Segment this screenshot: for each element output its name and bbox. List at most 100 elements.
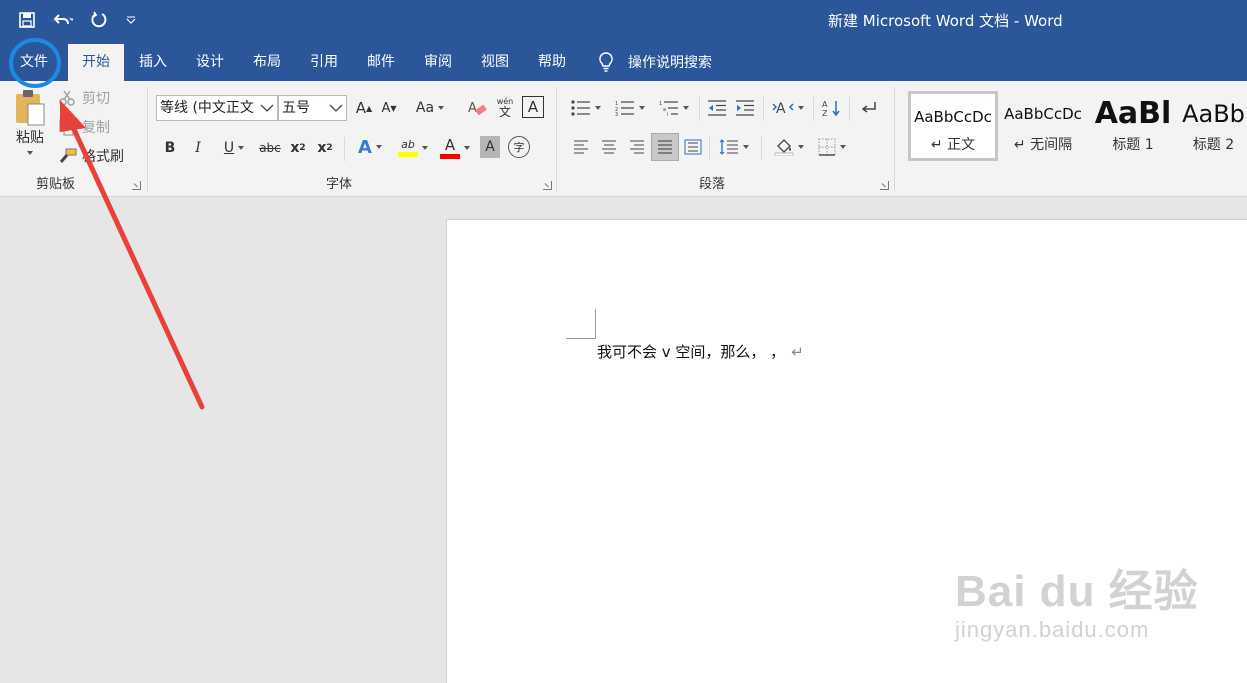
repeat-icon — [91, 11, 107, 28]
justify-button[interactable] — [651, 133, 679, 161]
align-left-button[interactable] — [569, 134, 593, 160]
tab-design[interactable]: 设计 — [185, 44, 235, 81]
watermark-brand: Bai du 经验 — [955, 567, 1199, 616]
tab-references[interactable]: 引用 — [299, 44, 349, 81]
tab-layout[interactable]: 布局 — [242, 44, 292, 81]
tab-file[interactable]: 文件 — [8, 44, 60, 81]
distributed-button[interactable] — [681, 134, 705, 160]
borders-button[interactable] — [813, 134, 851, 160]
clipboard-launcher-icon[interactable] — [132, 181, 141, 190]
paintbrush-icon — [59, 148, 77, 163]
italic-button[interactable]: I — [188, 136, 208, 160]
shrink-font-button[interactable]: A ▼ — [378, 95, 400, 121]
change-case-icon: Aa — [415, 100, 435, 116]
show-hide-marks-button[interactable] — [857, 95, 881, 121]
paragraph-mark: ↵ — [791, 343, 804, 361]
paint-bucket-icon — [774, 139, 794, 156]
chinese-layout-button[interactable]: A — [769, 95, 807, 121]
cut-button[interactable]: 剪切 — [58, 87, 110, 109]
character-border-button[interactable]: A — [522, 96, 544, 118]
font-launcher-icon[interactable] — [543, 181, 552, 190]
chevron-down-icon — [329, 104, 343, 112]
para-row-divider — [709, 136, 710, 160]
grow-font-button[interactable]: A ▲ — [353, 95, 375, 121]
increase-indent-button[interactable] — [733, 95, 757, 121]
enclose-characters-button[interactable]: 字 — [508, 136, 530, 158]
group-divider — [894, 87, 895, 191]
watermark-url: jingyan.baidu.com — [955, 617, 1150, 642]
document-text: 我可不会 v 空间，那么， ， — [597, 343, 786, 361]
sort-icon: AZ — [822, 100, 840, 117]
baidu-watermark: Bai du 经验 jingyan.baidu.com — [955, 555, 1199, 643]
numbering-button[interactable]: 123 — [611, 95, 649, 121]
customize-qat-button[interactable] — [118, 8, 144, 32]
paste-button[interactable]: 粘贴 — [8, 87, 52, 171]
align-center-button[interactable] — [597, 134, 621, 160]
grow-font-icon: A — [355, 99, 367, 117]
phonetic-guide-bottom: 文 — [498, 105, 511, 119]
character-shading-button[interactable]: A — [480, 136, 500, 158]
subscript-mark: 2 — [299, 143, 306, 153]
paragraph-launcher-icon[interactable] — [880, 181, 889, 190]
align-right-button[interactable] — [625, 134, 649, 160]
copy-button[interactable]: 复制 — [58, 116, 110, 138]
tell-me-search[interactable]: 操作说明搜索 — [598, 51, 712, 73]
subscript-button[interactable]: x2 — [288, 136, 308, 160]
line-spacing-icon — [719, 139, 738, 155]
style-heading-1[interactable]: AaBl 标题 1 — [1090, 91, 1176, 161]
style-no-spacing[interactable]: AaBbCcDc ↵ 无间隔 — [1000, 91, 1086, 161]
shading-button[interactable] — [769, 134, 809, 160]
chevron-down-icon — [595, 106, 601, 110]
text-effects-button[interactable]: A — [353, 134, 387, 160]
align-left-icon — [574, 140, 588, 154]
bold-icon: B — [164, 140, 176, 156]
font-size-combo[interactable]: 五号 — [278, 95, 347, 121]
font-name-combo[interactable]: 等线 (中文正文 — [156, 95, 278, 121]
line-spacing-button[interactable] — [715, 134, 753, 160]
sort-button[interactable]: AZ — [819, 95, 843, 121]
font-name-dropdown[interactable] — [257, 96, 277, 120]
phonetic-guide-button[interactable]: wén 文 — [494, 93, 516, 123]
font-size-dropdown[interactable] — [326, 96, 346, 120]
underline-button[interactable]: U — [216, 136, 252, 160]
style-sample: AaBbCcDc — [1004, 105, 1082, 123]
tab-mailings[interactable]: 邮件 — [356, 44, 406, 81]
clear-formatting-button[interactable]: A — [466, 95, 488, 121]
undo-button[interactable] — [46, 8, 80, 32]
chevron-down-icon — [126, 16, 136, 24]
bold-button[interactable]: B — [160, 136, 180, 160]
underline-icon: U — [223, 140, 235, 156]
para-row-divider — [763, 97, 764, 121]
format-painter-button[interactable]: 格式刷 — [58, 145, 124, 167]
font-color-button[interactable]: A — [436, 134, 474, 162]
para-row-divider — [761, 136, 762, 160]
tab-insert[interactable]: 插入 — [128, 44, 178, 81]
tab-help[interactable]: 帮助 — [527, 44, 577, 81]
margin-crop-mark — [566, 338, 596, 339]
font-name-value: 等线 (中文正文 — [160, 100, 254, 116]
enter-arrow-icon — [861, 102, 876, 113]
tab-review[interactable]: 审阅 — [413, 44, 463, 81]
document-paragraph[interactable]: 我可不会 v 空间，那么， ， ↵ — [597, 341, 804, 362]
redo-button[interactable] — [86, 8, 112, 32]
tab-home[interactable]: 开始 — [68, 44, 124, 81]
chevron-down-icon — [639, 106, 645, 110]
font-color-icon: A — [444, 135, 456, 154]
superscript-button[interactable]: x2 — [315, 136, 335, 160]
style-heading-2[interactable]: AaBb 标题 2 — [1180, 91, 1247, 161]
change-case-button[interactable]: Aa — [412, 95, 448, 121]
save-button[interactable] — [14, 8, 40, 32]
highlight-button[interactable]: ab — [394, 134, 432, 162]
multilevel-list-button[interactable]: 1ai — [655, 95, 693, 121]
strikethrough-button[interactable]: abc — [258, 136, 282, 160]
style-name: 标题 1 — [1112, 137, 1154, 153]
clipboard-group-label: 剪贴板 — [36, 177, 76, 192]
style-normal[interactable]: AaBbCcDc ↵ 正文 — [908, 91, 998, 161]
decrease-indent-button[interactable] — [705, 95, 729, 121]
svg-text:3: 3 — [615, 112, 618, 116]
chevron-down-icon — [798, 106, 804, 110]
style-name: ↵ 无间隔 — [1013, 137, 1073, 153]
multilevel-list-icon: 1ai — [659, 101, 678, 116]
tab-view[interactable]: 视图 — [470, 44, 520, 81]
bullets-button[interactable] — [567, 95, 605, 121]
